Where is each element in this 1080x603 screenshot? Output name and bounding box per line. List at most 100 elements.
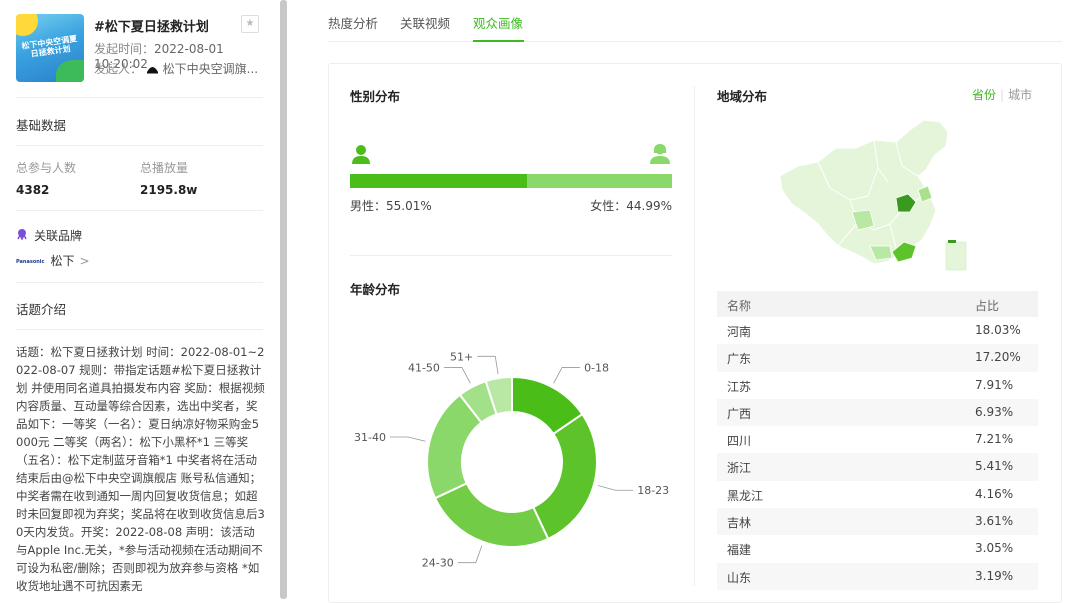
- table-row: 广东 17.20%: [717, 344, 1038, 372]
- initiator-label: 发起人：: [94, 62, 143, 76]
- intro-text: 话题：松下夏日拯救计划 时间：2022-08-01~2022-08-07 规则：…: [16, 345, 265, 593]
- panasonic-logo: Panasonic: [16, 258, 45, 265]
- gender-bar: [350, 174, 672, 188]
- divider: [16, 282, 263, 283]
- age-donut-chart: 0-18 18-23 24-30 31-40 41-50 51+: [354, 350, 669, 570]
- table-row: 四川 7.21%: [717, 426, 1038, 453]
- table-row: 江苏 7.91%: [717, 372, 1038, 399]
- table-row: 浙江 5.41%: [717, 453, 1038, 481]
- sidebar-scrollbar[interactable]: [280, 0, 287, 599]
- leader-line: [457, 545, 483, 564]
- divider: [16, 329, 263, 330]
- thumbnail-text: 松下中央空调夏日拯救计划: [21, 34, 78, 59]
- age-label: 41-50: [408, 361, 440, 374]
- table-row: 广西 6.93%: [717, 398, 1038, 427]
- donut-slice-18-23[interactable]: [531, 412, 598, 541]
- leader-line: [443, 367, 471, 384]
- divider: [16, 145, 263, 146]
- topic-sidebar: 松下中央空调夏日拯救计划 #松下夏日拯救计划 ★ 发起时间：2022-08-01…: [0, 0, 280, 599]
- participants-value: 4382: [16, 183, 50, 197]
- toggle-province[interactable]: 省份: [972, 88, 996, 102]
- gender-heading: 性别分布: [350, 89, 401, 104]
- tab-heat-analysis[interactable]: 热度分析: [328, 13, 378, 32]
- intro-heading: 话题介绍: [16, 302, 67, 317]
- table-row: 黑龙江 4.16%: [717, 481, 1038, 508]
- region-share: 3.05%: [975, 541, 1014, 556]
- leader-line: [389, 436, 426, 442]
- plays-label: 总播放量: [140, 161, 189, 175]
- leaf-shape: [56, 60, 84, 82]
- initiator-name[interactable]: 松下中央空调旗...: [163, 62, 258, 76]
- table-row: 吉林 3.61%: [717, 508, 1038, 536]
- donut-slice-24-30[interactable]: [433, 481, 550, 548]
- leader-line: [597, 485, 634, 491]
- region-table: 名称 占比 河南 18.03% 广东 17.20% 江苏 7.91% 广西 6.93% 四川 7.…: [717, 291, 1038, 590]
- active-tab-underline: [473, 40, 524, 42]
- age-heading: 年龄分布: [350, 282, 401, 297]
- plays-value: 2195.8w: [140, 183, 198, 197]
- region-share: 3.19%: [975, 568, 1014, 583]
- tab-audience-profile[interactable]: 观众画像: [473, 13, 523, 32]
- region-name: 浙江: [727, 461, 752, 476]
- vertical-divider: [694, 86, 695, 586]
- region-name: 黑龙江: [727, 488, 764, 503]
- region-name: 广东: [727, 352, 752, 367]
- map-inset-marker: [948, 240, 956, 243]
- sun-shape: [16, 14, 38, 36]
- region-share: 7.91%: [975, 377, 1014, 392]
- participants-label: 总参与人数: [16, 161, 77, 175]
- map-south-sea-inset: [945, 241, 967, 271]
- chevron-right-icon: >: [79, 254, 90, 268]
- region-share: 6.93%: [975, 404, 1014, 419]
- toggle-city[interactable]: 城市: [1008, 88, 1032, 102]
- region-toggle: 省份 | 城市: [972, 86, 1032, 103]
- age-label: 18-23: [637, 484, 669, 497]
- col-name-header: 名称: [727, 299, 752, 313]
- divider: [16, 210, 263, 211]
- female-percent-label: 女性：44.99%: [590, 199, 672, 213]
- region-share: 18.03%: [975, 323, 1021, 337]
- region-name: 山东: [727, 570, 752, 585]
- topic-thumbnail[interactable]: 松下中央空调夏日拯救计划: [16, 14, 84, 82]
- table-row: 河南 18.03%: [717, 317, 1038, 344]
- age-label: 0-18: [584, 361, 609, 374]
- china-map: [779, 119, 967, 271]
- initiator-row: 发起人： 松下中央空调旗...: [94, 60, 258, 77]
- region-heading: 地域分布: [717, 89, 768, 104]
- female-icon: [650, 144, 670, 164]
- region-share: 7.21%: [975, 432, 1014, 447]
- leader-line: [553, 367, 581, 384]
- male-percent-label: 男性：55.01%: [350, 199, 432, 213]
- brand-link[interactable]: Panasonic 松下 >: [16, 252, 90, 269]
- region-share: 4.16%: [975, 486, 1014, 501]
- region-name: 吉林: [727, 516, 752, 531]
- favorite-star-icon[interactable]: ★: [241, 15, 259, 33]
- region-share: 5.41%: [975, 459, 1014, 474]
- region-name: 河南: [727, 325, 752, 339]
- divider: [16, 97, 263, 98]
- tab-related-videos[interactable]: 关联视频: [400, 13, 450, 32]
- male-bar-fill: [350, 174, 528, 188]
- region-share: 17.20%: [975, 350, 1021, 365]
- brand-name: 松下: [50, 254, 75, 268]
- table-row: 福建 3.05%: [717, 535, 1038, 562]
- leader-line: [477, 355, 499, 375]
- region-name: 福建: [727, 543, 752, 558]
- basic-data-heading: 基础数据: [16, 118, 67, 133]
- toggle-separator: |: [1000, 88, 1005, 102]
- region-share: 3.61%: [975, 514, 1014, 529]
- brand-icon: [17, 229, 27, 240]
- col-share-header: 占比: [975, 299, 1000, 313]
- section-divider: [350, 255, 672, 256]
- male-icon: [352, 145, 370, 164]
- table-row: 山东 3.19%: [717, 562, 1038, 590]
- age-label: 24-30: [422, 557, 454, 570]
- topic-title: #松下夏日拯救计划: [94, 20, 209, 35]
- initiator-avatar-icon: [146, 67, 158, 74]
- region-name: 广西: [727, 406, 752, 421]
- start-time-label: 发起时间：: [94, 42, 155, 56]
- age-label: 31-40: [354, 431, 386, 444]
- region-name: 四川: [727, 434, 752, 449]
- brand-heading: 关联品牌: [34, 229, 83, 243]
- age-label: 51+: [450, 350, 473, 363]
